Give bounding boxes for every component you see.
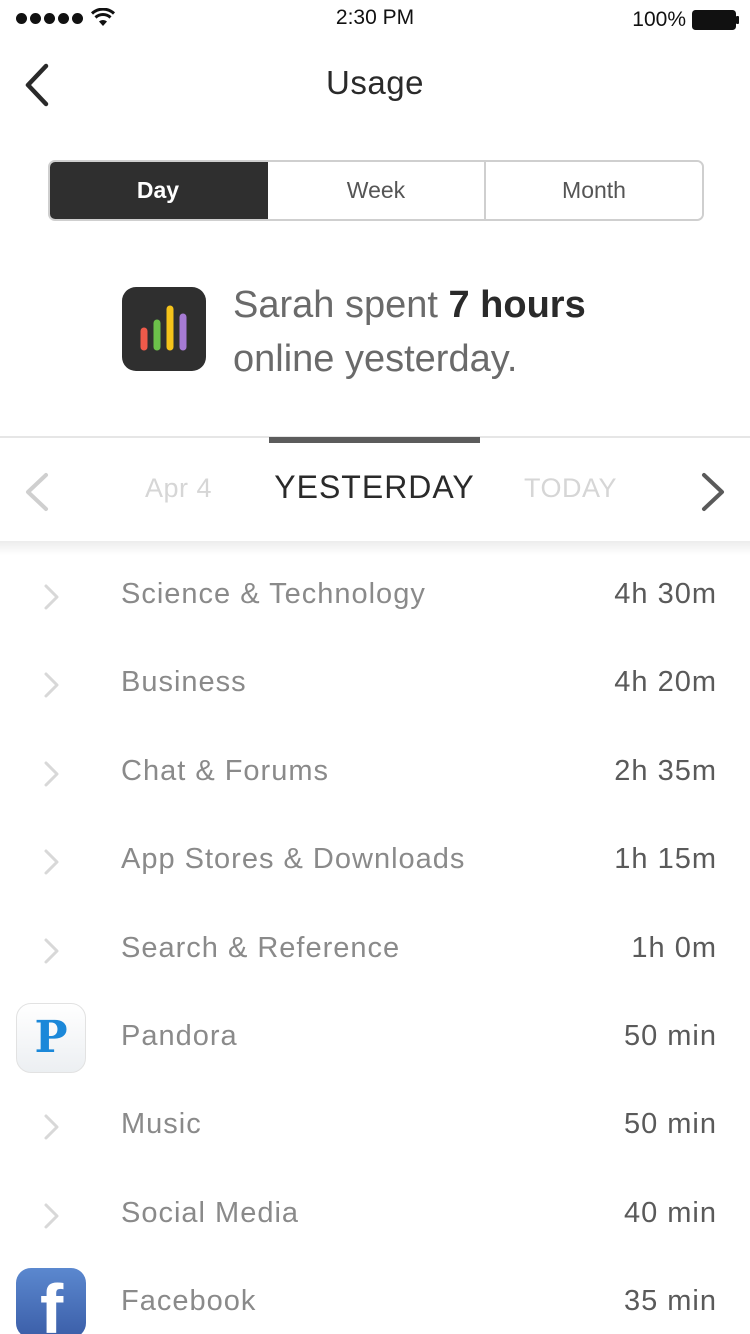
list-item-music[interactable]: Music 50 min (0, 1081, 750, 1169)
category-label: Business (121, 666, 247, 699)
summary-highlight: 7 hours (448, 284, 586, 326)
usage-time: 35 min (623, 1285, 717, 1318)
chevron-right-icon (44, 584, 59, 610)
list-item-social-media[interactable]: Social Media 40 min (0, 1170, 750, 1258)
bar-chart-icon (122, 287, 206, 371)
battery-percentage: 100% (632, 8, 686, 31)
chevron-left-icon (26, 473, 48, 511)
period-segmented-control: Day Week Month (48, 160, 704, 221)
category-label: Music (121, 1108, 202, 1141)
usage-time: 50 min (623, 1108, 717, 1141)
previous-date-button[interactable] (20, 469, 56, 515)
chevron-right-icon (44, 672, 59, 698)
next-date-button[interactable] (694, 469, 730, 515)
category-label: Chat & Forums (121, 754, 329, 787)
summary-suffix: online yesterday. (233, 338, 518, 380)
segment-day[interactable]: Day (50, 162, 268, 219)
chevron-right-icon (44, 1203, 59, 1229)
usage-time: 40 min (623, 1196, 717, 1229)
list-item-chat-forums[interactable]: Chat & Forums 2h 35m (0, 728, 750, 816)
usage-time: 2h 35m (614, 754, 717, 787)
chevron-right-icon (44, 849, 59, 875)
navigation-bar: Usage (0, 40, 750, 130)
usage-time: 1h 15m (614, 843, 717, 876)
chevron-right-icon (44, 1114, 59, 1140)
date-option-previous[interactable]: Apr 4 (145, 473, 212, 504)
segment-week[interactable]: Week (268, 162, 486, 219)
segment-month[interactable]: Month (486, 162, 702, 219)
date-option-next[interactable]: TODAY (524, 473, 617, 504)
chevron-right-icon (44, 761, 59, 787)
usage-list: Science & Technology 4h 30m Business 4h … (0, 551, 750, 1334)
battery-icon (692, 10, 739, 30)
page-title: Usage (326, 64, 424, 101)
list-item-search-reference[interactable]: Search & Reference 1h 0m (0, 905, 750, 993)
app-label: Pandora (121, 1019, 238, 1052)
status-bar: 2:30 PM 100% (0, 0, 750, 40)
date-switcher: Apr 4 YESTERDAY TODAY (0, 443, 750, 543)
usage-time: 4h 20m (614, 666, 717, 699)
list-item-pandora[interactable]: P Pandora 50 min (0, 993, 750, 1081)
category-label: Science & Technology (121, 578, 426, 610)
list-item-business[interactable]: Business 4h 20m (0, 639, 750, 727)
app-label: Facebook (121, 1285, 257, 1318)
list-item-facebook[interactable]: f Facebook 35 min (0, 1258, 750, 1334)
category-label: Social Media (121, 1196, 300, 1229)
chevron-right-icon (44, 938, 59, 964)
category-label: App Stores & Downloads (121, 843, 466, 876)
list-item-science-technology[interactable]: Science & Technology 4h 30m (0, 551, 750, 639)
usage-time: 50 min (623, 1019, 717, 1052)
pandora-app-icon: P (16, 1002, 86, 1073)
chevron-right-icon (702, 473, 724, 511)
category-label: Search & Reference (121, 931, 401, 964)
summary-prefix: Sarah spent (233, 284, 449, 326)
usage-time: 1h 0m (631, 931, 717, 964)
list-item-app-stores-downloads[interactable]: App Stores & Downloads 1h 15m (0, 816, 750, 904)
facebook-app-icon: f (16, 1268, 86, 1334)
date-option-current[interactable]: YESTERDAY (269, 469, 480, 506)
usage-summary: Sarah spent 7 hours online yesterday. (233, 278, 586, 386)
usage-time: 4h 30m (614, 578, 717, 610)
